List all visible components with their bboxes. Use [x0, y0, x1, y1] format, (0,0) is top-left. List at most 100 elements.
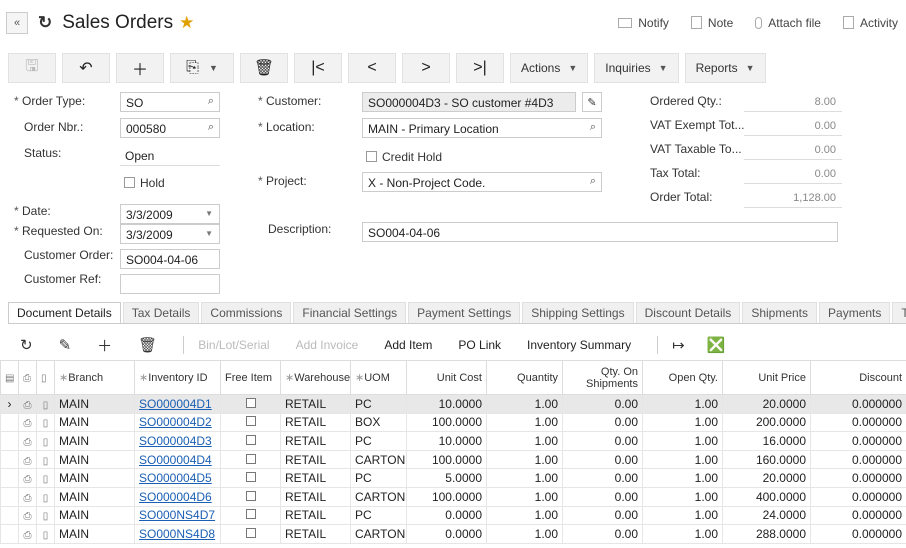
note-button[interactable]: Note: [690, 16, 733, 30]
attach-file-button[interactable]: Attach file: [755, 16, 821, 30]
chevron-down-icon[interactable]: ▼: [205, 209, 213, 218]
row-selector[interactable]: [0, 431, 19, 451]
attachment-icon[interactable]: ⎙: [18, 505, 37, 526]
branch-cell[interactable]: MAIN: [54, 505, 135, 526]
warehouse-cell[interactable]: RETAIL: [280, 505, 351, 526]
col-free-item[interactable]: Free Item: [220, 360, 281, 395]
unit-cost-cell[interactable]: 10.0000: [406, 431, 487, 451]
free-item-checkbox[interactable]: [245, 434, 256, 445]
free-item-checkbox[interactable]: [245, 490, 256, 501]
activity-button[interactable]: Activity: [842, 16, 898, 30]
table-row[interactable]: › ⎙ ▯ MAIN SO000004D1 RETAIL PC 10.0000 1.00 0.00…: [0, 394, 906, 414]
po-link-button[interactable]: PO Link: [458, 338, 501, 352]
add-item-button[interactable]: Add Item: [384, 338, 432, 352]
note-icon[interactable]: ▯: [36, 468, 55, 488]
attachment-icon[interactable]: ⎙: [18, 486, 37, 507]
inventory-id-cell[interactable]: SO000004D6: [134, 486, 221, 507]
free-item-cell[interactable]: [220, 524, 281, 544]
bin-lot-serial-button[interactable]: Bin/Lot/Serial: [198, 338, 269, 352]
branch-cell[interactable]: MAIN: [54, 412, 135, 433]
col-qty-on-shipments[interactable]: Qty. On Shipments: [562, 360, 643, 395]
inventory-id-cell[interactable]: SO000004D4: [134, 449, 221, 470]
project-field[interactable]: X - Non-Project Code. ⌕: [362, 172, 602, 192]
discount-cell[interactable]: 0.000000: [810, 486, 906, 507]
trash-icon[interactable]: 🗑: [138, 336, 157, 354]
tab-payments[interactable]: Payments: [819, 302, 891, 323]
unit-cost-cell[interactable]: 10.0000: [406, 394, 487, 414]
credit-hold-checkbox[interactable]: Credit Hold: [366, 150, 442, 164]
search-icon[interactable]: ⌕: [590, 121, 596, 134]
inventory-id-link[interactable]: SO000004D5: [139, 471, 212, 485]
col-quantity[interactable]: Quantity: [486, 360, 563, 395]
inventory-id-link[interactable]: SO000004D1: [139, 397, 212, 411]
pencil-icon[interactable]: ✎: [582, 92, 602, 112]
row-selector[interactable]: ›: [0, 394, 19, 414]
discount-cell[interactable]: 0.000000: [810, 431, 906, 451]
inventory-id-cell[interactable]: SO000004D1: [134, 394, 221, 414]
search-icon[interactable]: ⌕: [208, 121, 214, 134]
search-icon[interactable]: ⌕: [208, 95, 214, 108]
fit-columns-icon[interactable]: ↦: [672, 336, 685, 354]
table-row[interactable]: ⎙ ▯ MAIN SO000004D5 RETAIL PC 5.0000 1.00 0.00 1.…: [0, 468, 906, 488]
quantity-cell[interactable]: 1.00: [486, 431, 563, 451]
refresh-icon[interactable]: ↻: [20, 336, 33, 354]
tab-shipping-settings[interactable]: Shipping Settings: [522, 302, 634, 323]
customer-ref-field[interactable]: [120, 274, 220, 294]
delete-button[interactable]: 🗑: [240, 53, 288, 83]
col-open-qty[interactable]: Open Qty.: [642, 360, 723, 395]
tab-financial-settings[interactable]: Financial Settings: [293, 302, 407, 323]
save-button[interactable]: 🖫: [8, 53, 56, 83]
attachment-icon[interactable]: ⎙: [18, 468, 37, 488]
free-item-checkbox[interactable]: [245, 453, 256, 464]
table-row[interactable]: ⎙ ▯ MAIN SO000004D2 RETAIL BOX 100.0000 1.00 0.0…: [0, 412, 906, 433]
tab-shipments[interactable]: Shipments: [742, 302, 818, 323]
quantity-cell[interactable]: 1.00: [486, 394, 563, 414]
inventory-id-cell[interactable]: SO000004D5: [134, 468, 221, 488]
free-item-cell[interactable]: [220, 449, 281, 470]
free-item-cell[interactable]: [220, 412, 281, 433]
reports-menu[interactable]: Reports ▼: [684, 53, 766, 83]
discount-cell[interactable]: 0.000000: [810, 524, 906, 544]
order-nbr-field[interactable]: 000580 ⌕: [120, 118, 220, 138]
export-excel-icon[interactable]: ❎: [707, 336, 726, 354]
add-button[interactable]: ＋: [116, 53, 164, 83]
note-icon[interactable]: ▯: [36, 431, 55, 451]
tab-commissions[interactable]: Commissions: [201, 302, 292, 323]
discount-cell[interactable]: 0.000000: [810, 505, 906, 526]
inventory-id-link[interactable]: SO000004D3: [139, 434, 212, 448]
row-selector[interactable]: [0, 468, 19, 488]
next-record-button[interactable]: >: [402, 53, 450, 83]
last-record-button[interactable]: >|: [456, 53, 504, 83]
attachment-icon[interactable]: ⎙: [18, 412, 37, 433]
uom-cell[interactable]: CARTON: [350, 486, 407, 507]
collapse-icon[interactable]: «: [6, 12, 28, 34]
tab-totals[interactable]: Totals: [892, 302, 906, 323]
inventory-id-link[interactable]: SO000004D2: [139, 415, 212, 429]
discount-cell[interactable]: 0.000000: [810, 468, 906, 488]
col-inventory-id[interactable]: Inventory ID: [134, 360, 221, 395]
col-uom[interactable]: UOM: [350, 360, 407, 395]
note-icon[interactable]: ▯: [36, 394, 55, 414]
warehouse-cell[interactable]: RETAIL: [280, 412, 351, 433]
branch-cell[interactable]: MAIN: [54, 524, 135, 544]
table-row[interactable]: ⎙ ▯ MAIN SO000NS4D7 RETAIL PC 0.0000 1.00 0.00 1.…: [0, 505, 906, 526]
uom-cell[interactable]: PC: [350, 468, 407, 488]
unit-price-cell[interactable]: 24.0000: [722, 505, 811, 526]
note-icon[interactable]: ▯: [36, 412, 55, 433]
inventory-id-cell[interactable]: SO000004D3: [134, 431, 221, 451]
unit-cost-cell[interactable]: 0.0000: [406, 524, 487, 544]
copy-paste-button[interactable]: ⎘ ▼: [170, 53, 234, 83]
inventory-id-cell[interactable]: SO000NS4D8: [134, 524, 221, 544]
unit-cost-cell[interactable]: 100.0000: [406, 412, 487, 433]
add-invoice-button[interactable]: Add Invoice: [296, 338, 359, 352]
uom-cell[interactable]: PC: [350, 505, 407, 526]
free-item-checkbox[interactable]: [245, 472, 256, 483]
inventory-id-link[interactable]: SO000004D4: [139, 453, 212, 467]
branch-cell[interactable]: MAIN: [54, 468, 135, 488]
branch-cell[interactable]: MAIN: [54, 449, 135, 470]
discount-cell[interactable]: 0.000000: [810, 394, 906, 414]
note-icon[interactable]: ▯: [36, 505, 55, 526]
col-discount[interactable]: Discount: [810, 360, 906, 395]
discount-cell[interactable]: 0.000000: [810, 412, 906, 433]
uom-cell[interactable]: PC: [350, 431, 407, 451]
